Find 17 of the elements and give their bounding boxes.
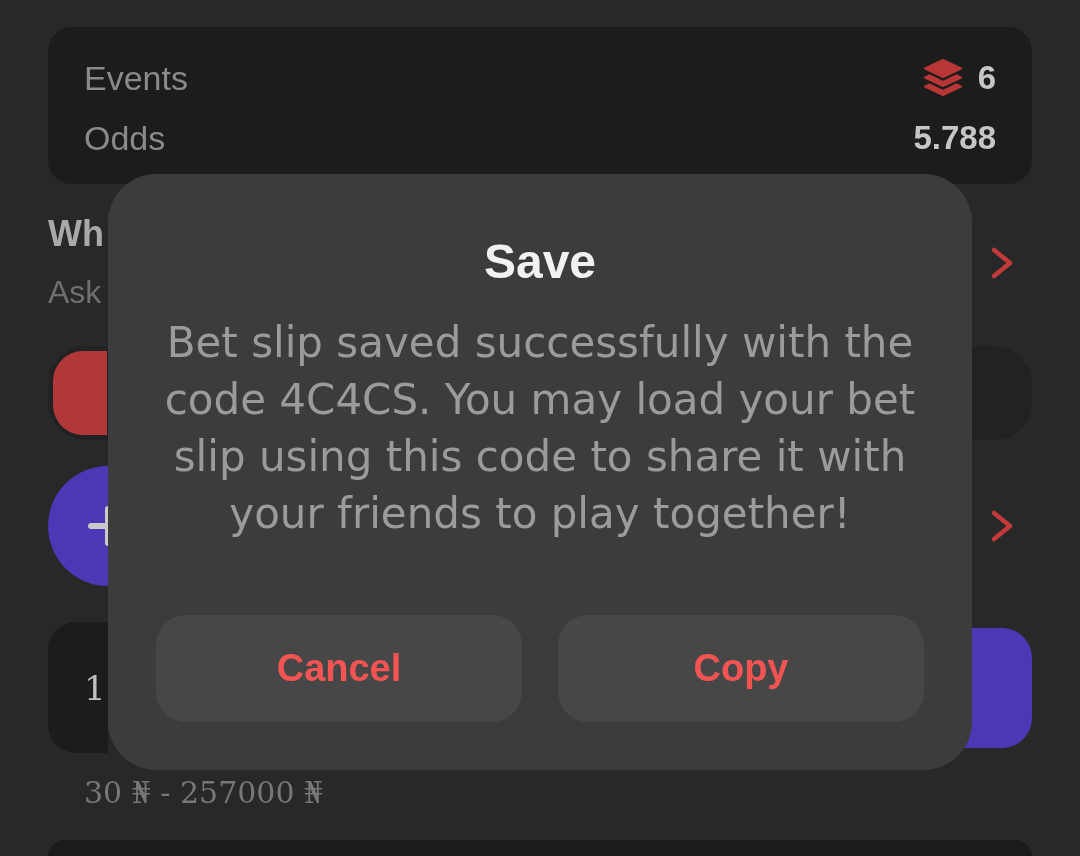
section-subtitle: Ask [48, 273, 103, 312]
events-count: 6 [977, 59, 996, 97]
dialog-title: Save [483, 234, 597, 290]
stake-range-text: 30 ₦ - 257000 ₦ [83, 777, 324, 809]
layers-icon [922, 58, 963, 98]
dialog-message: Bet slip saved successfully with the code 4C4CS. You may load your bet slip using this code to share it with your friends to play together! [163, 317, 917, 540]
plus-icon [88, 506, 108, 546]
odds-value: 5.788 [913, 119, 996, 157]
copy-button[interactable]: Copy [558, 615, 924, 722]
section-title: Wh [48, 212, 104, 256]
odds-label: Odds [84, 118, 166, 158]
chevron-right-icon[interactable] [991, 510, 1013, 542]
events-label: Events [84, 58, 188, 98]
cancel-button[interactable]: Cancel [156, 615, 522, 722]
toggle-segment[interactable] [53, 351, 107, 435]
chevron-right-icon[interactable] [991, 247, 1013, 279]
stake-field[interactable]: 1 [48, 622, 108, 753]
